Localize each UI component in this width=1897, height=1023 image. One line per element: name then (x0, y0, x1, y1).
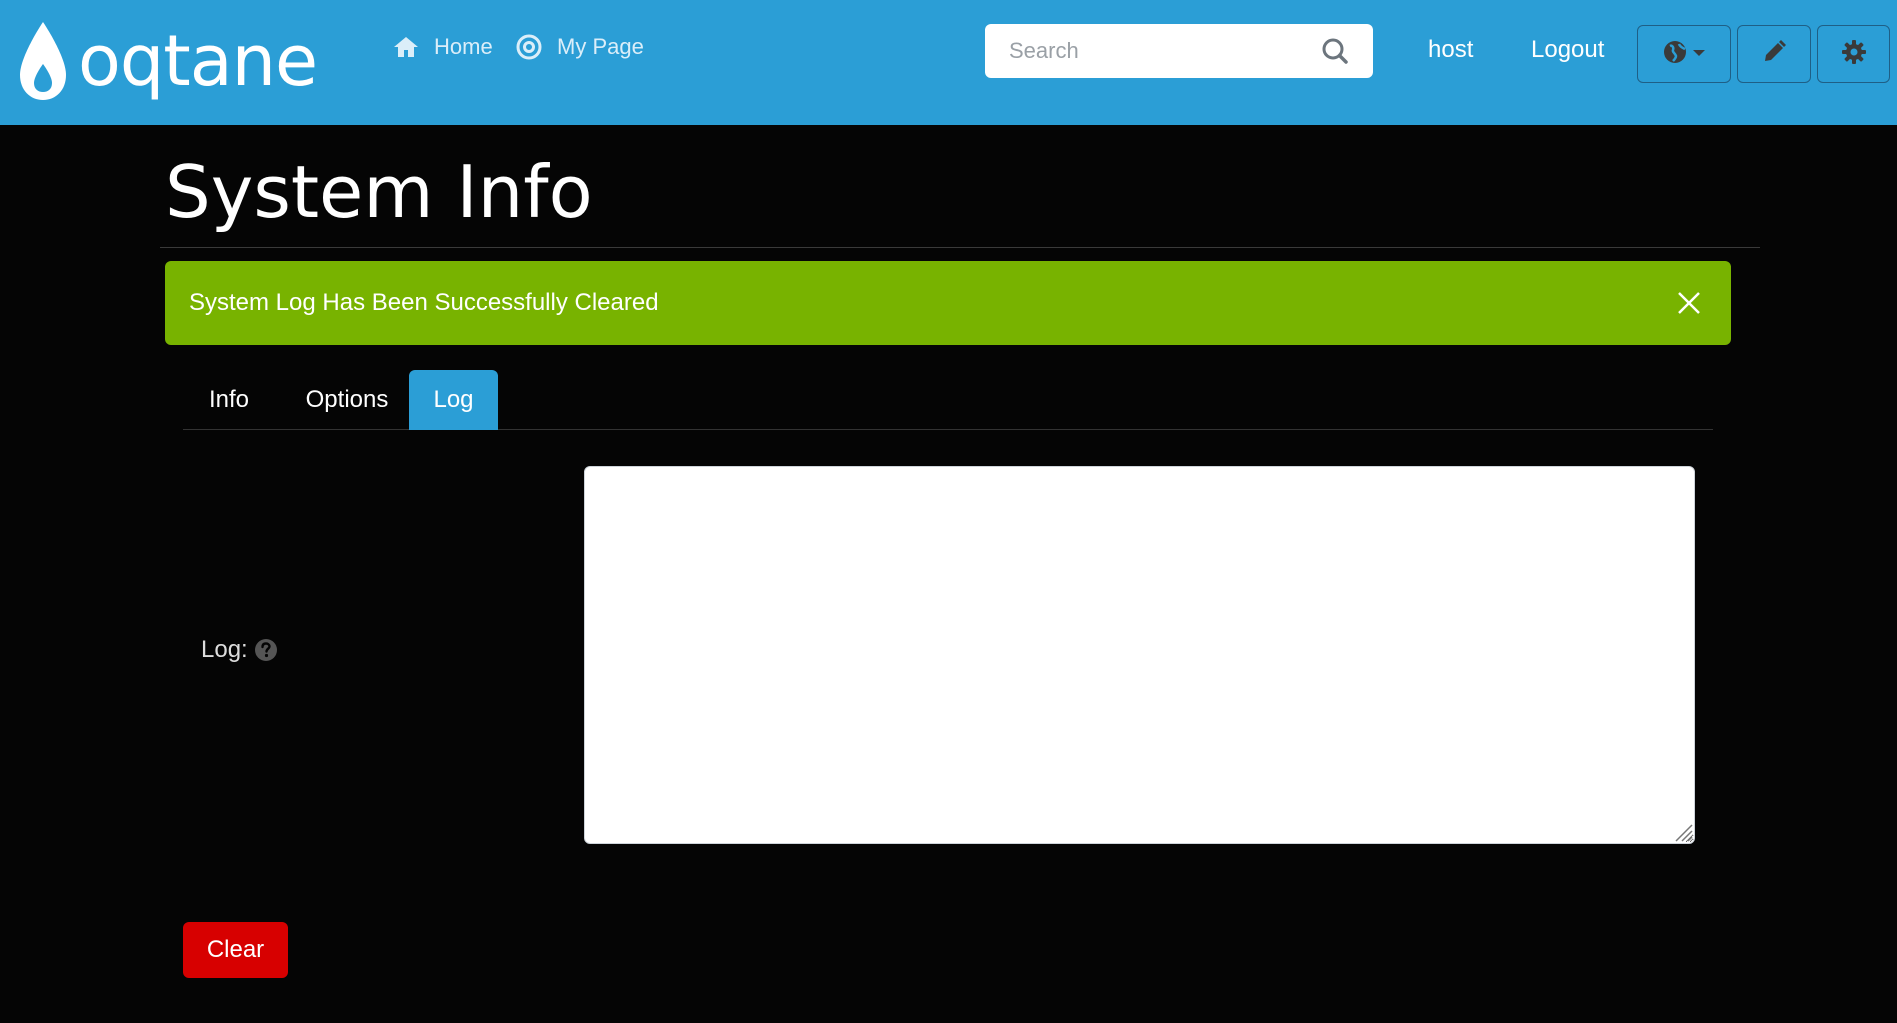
brand-name: oqtane (78, 20, 318, 102)
home-icon (392, 33, 420, 61)
globe-icon (1662, 39, 1688, 70)
alert-message: System Log Has Been Successfully Cleared (189, 289, 659, 316)
log-textarea[interactable] (584, 466, 1695, 844)
brand-logo[interactable]: oqtane (16, 20, 356, 102)
close-icon[interactable] (1673, 287, 1705, 319)
nav-link-label: My Page (557, 34, 644, 59)
tab-options[interactable]: Options (283, 370, 411, 430)
nav-link-my-page[interactable]: My Page (515, 30, 644, 64)
target-icon (515, 33, 543, 61)
log-label-text: Log: (201, 636, 248, 663)
tab-log[interactable]: Log (409, 370, 498, 430)
title-divider (160, 247, 1760, 248)
chevron-down-icon (1692, 45, 1706, 63)
search-box (985, 24, 1373, 78)
page-title: System Info (165, 150, 593, 234)
search-input[interactable] (985, 24, 1305, 78)
gear-icon (1841, 39, 1867, 70)
tab-info[interactable]: Info (183, 370, 275, 430)
success-alert: System Log Has Been Successfully Cleared (165, 261, 1731, 345)
nav-link-label: Home (434, 34, 493, 59)
pencil-icon (1761, 39, 1787, 70)
logout-link[interactable]: Logout (1531, 36, 1604, 64)
clear-button[interactable]: Clear (183, 922, 288, 978)
settings-button[interactable] (1817, 25, 1890, 83)
help-icon[interactable] (254, 638, 278, 662)
tab-bar: Info Options Log (183, 370, 1713, 430)
nav-link-home[interactable]: Home (392, 30, 493, 64)
language-dropdown-button[interactable] (1637, 25, 1731, 83)
droplet-icon (20, 22, 66, 100)
log-field-label: Log: (201, 636, 278, 664)
top-navbar: oqtane Home My Page host Logout (0, 0, 1897, 125)
user-profile-link[interactable]: host (1428, 36, 1473, 64)
edit-mode-button[interactable] (1737, 25, 1811, 83)
search-icon[interactable] (1321, 37, 1349, 65)
